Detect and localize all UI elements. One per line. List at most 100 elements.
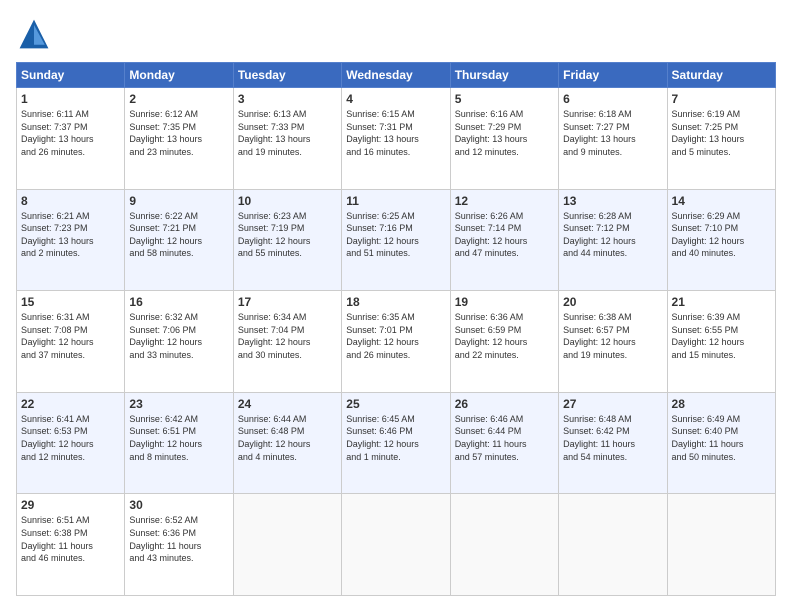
day-info: Sunrise: 6:45 AM Sunset: 6:46 PM Dayligh… (346, 413, 445, 463)
day-number: 12 (455, 194, 554, 208)
day-number: 17 (238, 295, 337, 309)
day-info: Sunrise: 6:11 AM Sunset: 7:37 PM Dayligh… (21, 108, 120, 158)
calendar-cell: 8 Sunrise: 6:21 AM Sunset: 7:23 PM Daylig… (17, 189, 125, 291)
day-number: 14 (672, 194, 771, 208)
day-info: Sunrise: 6:35 AM Sunset: 7:01 PM Dayligh… (346, 311, 445, 361)
calendar-cell: 28 Sunrise: 6:49 AM Sunset: 6:40 PM Dayli… (667, 392, 775, 494)
calendar-cell: 5 Sunrise: 6:16 AM Sunset: 7:29 PM Daylig… (450, 88, 558, 190)
calendar-day-header: Friday (559, 63, 667, 88)
logo-icon (16, 16, 52, 52)
day-info: Sunrise: 6:28 AM Sunset: 7:12 PM Dayligh… (563, 210, 662, 260)
day-number: 2 (129, 92, 228, 106)
day-number: 24 (238, 397, 337, 411)
day-number: 10 (238, 194, 337, 208)
header (16, 16, 776, 52)
day-info: Sunrise: 6:21 AM Sunset: 7:23 PM Dayligh… (21, 210, 120, 260)
page: SundayMondayTuesdayWednesdayThursdayFrid… (0, 0, 792, 612)
calendar-cell: 10 Sunrise: 6:23 AM Sunset: 7:19 PM Dayli… (233, 189, 341, 291)
day-number: 18 (346, 295, 445, 309)
calendar-cell: 27 Sunrise: 6:48 AM Sunset: 6:42 PM Dayli… (559, 392, 667, 494)
day-number: 20 (563, 295, 662, 309)
day-info: Sunrise: 6:25 AM Sunset: 7:16 PM Dayligh… (346, 210, 445, 260)
calendar-week-row: 1 Sunrise: 6:11 AM Sunset: 7:37 PM Daylig… (17, 88, 776, 190)
day-info: Sunrise: 6:44 AM Sunset: 6:48 PM Dayligh… (238, 413, 337, 463)
calendar-cell: 11Sunrise: 6:25 AM Sunset: 7:16 PM Dayli… (342, 189, 450, 291)
calendar-cell: 3 Sunrise: 6:13 AM Sunset: 7:33 PM Daylig… (233, 88, 341, 190)
day-number: 21 (672, 295, 771, 309)
calendar-cell: 19 Sunrise: 6:36 AM Sunset: 6:59 PM Dayli… (450, 291, 558, 393)
calendar-cell: 6 Sunrise: 6:18 AM Sunset: 7:27 PM Daylig… (559, 88, 667, 190)
day-info: Sunrise: 6:18 AM Sunset: 7:27 PM Dayligh… (563, 108, 662, 158)
calendar-cell: 1 Sunrise: 6:11 AM Sunset: 7:37 PM Daylig… (17, 88, 125, 190)
day-number: 1 (21, 92, 120, 106)
calendar-week-row: 29 Sunrise: 6:51 AM Sunset: 6:38 PM Dayli… (17, 494, 776, 596)
day-info: Sunrise: 6:16 AM Sunset: 7:29 PM Dayligh… (455, 108, 554, 158)
day-number: 25 (346, 397, 445, 411)
calendar-cell: 2 Sunrise: 6:12 AM Sunset: 7:35 PM Daylig… (125, 88, 233, 190)
day-number: 9 (129, 194, 228, 208)
day-info: Sunrise: 6:38 AM Sunset: 6:57 PM Dayligh… (563, 311, 662, 361)
calendar-cell: 20 Sunrise: 6:38 AM Sunset: 6:57 PM Dayli… (559, 291, 667, 393)
day-info: Sunrise: 6:26 AM Sunset: 7:14 PM Dayligh… (455, 210, 554, 260)
day-number: 29 (21, 498, 120, 512)
day-number: 3 (238, 92, 337, 106)
day-info: Sunrise: 6:49 AM Sunset: 6:40 PM Dayligh… (672, 413, 771, 463)
day-number: 7 (672, 92, 771, 106)
day-number: 30 (129, 498, 228, 512)
calendar-cell: 22Sunrise: 6:41 AM Sunset: 6:53 PM Dayli… (17, 392, 125, 494)
day-number: 28 (672, 397, 771, 411)
calendar-cell: 21 Sunrise: 6:39 AM Sunset: 6:55 PM Dayli… (667, 291, 775, 393)
logo (16, 16, 58, 52)
calendar-cell (667, 494, 775, 596)
calendar-cell: 7 Sunrise: 6:19 AM Sunset: 7:25 PM Daylig… (667, 88, 775, 190)
calendar-cell: 24 Sunrise: 6:44 AM Sunset: 6:48 PM Dayli… (233, 392, 341, 494)
day-number: 4 (346, 92, 445, 106)
calendar-cell (342, 494, 450, 596)
day-info: Sunrise: 6:42 AM Sunset: 6:51 PM Dayligh… (129, 413, 228, 463)
day-info: Sunrise: 6:22 AM Sunset: 7:21 PM Dayligh… (129, 210, 228, 260)
calendar-cell: 25 Sunrise: 6:45 AM Sunset: 6:46 PM Dayli… (342, 392, 450, 494)
day-info: Sunrise: 6:13 AM Sunset: 7:33 PM Dayligh… (238, 108, 337, 158)
day-info: Sunrise: 6:34 AM Sunset: 7:04 PM Dayligh… (238, 311, 337, 361)
day-info: Sunrise: 6:48 AM Sunset: 6:42 PM Dayligh… (563, 413, 662, 463)
calendar-week-row: 22Sunrise: 6:41 AM Sunset: 6:53 PM Dayli… (17, 392, 776, 494)
day-info: Sunrise: 6:36 AM Sunset: 6:59 PM Dayligh… (455, 311, 554, 361)
day-number: 19 (455, 295, 554, 309)
day-info: Sunrise: 6:32 AM Sunset: 7:06 PM Dayligh… (129, 311, 228, 361)
day-number: 26 (455, 397, 554, 411)
calendar-cell: 16 Sunrise: 6:32 AM Sunset: 7:06 PM Dayli… (125, 291, 233, 393)
calendar-day-header: Monday (125, 63, 233, 88)
calendar-cell: 29 Sunrise: 6:51 AM Sunset: 6:38 PM Dayli… (17, 494, 125, 596)
day-info: Sunrise: 6:39 AM Sunset: 6:55 PM Dayligh… (672, 311, 771, 361)
day-number: 5 (455, 92, 554, 106)
calendar-cell: 12 Sunrise: 6:26 AM Sunset: 7:14 PM Dayli… (450, 189, 558, 291)
day-info: Sunrise: 6:31 AM Sunset: 7:08 PM Dayligh… (21, 311, 120, 361)
day-info: Sunrise: 6:19 AM Sunset: 7:25 PM Dayligh… (672, 108, 771, 158)
day-number: 8 (21, 194, 120, 208)
calendar-cell: 23 Sunrise: 6:42 AM Sunset: 6:51 PM Dayli… (125, 392, 233, 494)
day-number: 16 (129, 295, 228, 309)
calendar-cell: 4 Sunrise: 6:15 AM Sunset: 7:31 PM Daylig… (342, 88, 450, 190)
calendar-cell: 9 Sunrise: 6:22 AM Sunset: 7:21 PM Daylig… (125, 189, 233, 291)
calendar-cell: 13 Sunrise: 6:28 AM Sunset: 7:12 PM Dayli… (559, 189, 667, 291)
day-info: Sunrise: 6:23 AM Sunset: 7:19 PM Dayligh… (238, 210, 337, 260)
day-number: 13 (563, 194, 662, 208)
calendar-cell: 14Sunrise: 6:29 AM Sunset: 7:10 PM Dayli… (667, 189, 775, 291)
day-info: Sunrise: 6:12 AM Sunset: 7:35 PM Dayligh… (129, 108, 228, 158)
day-info: Sunrise: 6:51 AM Sunset: 6:38 PM Dayligh… (21, 514, 120, 564)
day-info: Sunrise: 6:15 AM Sunset: 7:31 PM Dayligh… (346, 108, 445, 158)
calendar-week-row: 8 Sunrise: 6:21 AM Sunset: 7:23 PM Daylig… (17, 189, 776, 291)
calendar-day-header: Thursday (450, 63, 558, 88)
calendar-cell (450, 494, 558, 596)
day-info: Sunrise: 6:52 AM Sunset: 6:36 PM Dayligh… (129, 514, 228, 564)
day-number: 27 (563, 397, 662, 411)
calendar-day-header: Tuesday (233, 63, 341, 88)
calendar-day-header: Saturday (667, 63, 775, 88)
day-number: 23 (129, 397, 228, 411)
calendar-table: SundayMondayTuesdayWednesdayThursdayFrid… (16, 62, 776, 596)
calendar-day-header: Sunday (17, 63, 125, 88)
calendar-cell: 18 Sunrise: 6:35 AM Sunset: 7:01 PM Dayli… (342, 291, 450, 393)
calendar-cell: 30 Sunrise: 6:52 AM Sunset: 6:36 PM Dayli… (125, 494, 233, 596)
day-number: 6 (563, 92, 662, 106)
day-number: 15 (21, 295, 120, 309)
